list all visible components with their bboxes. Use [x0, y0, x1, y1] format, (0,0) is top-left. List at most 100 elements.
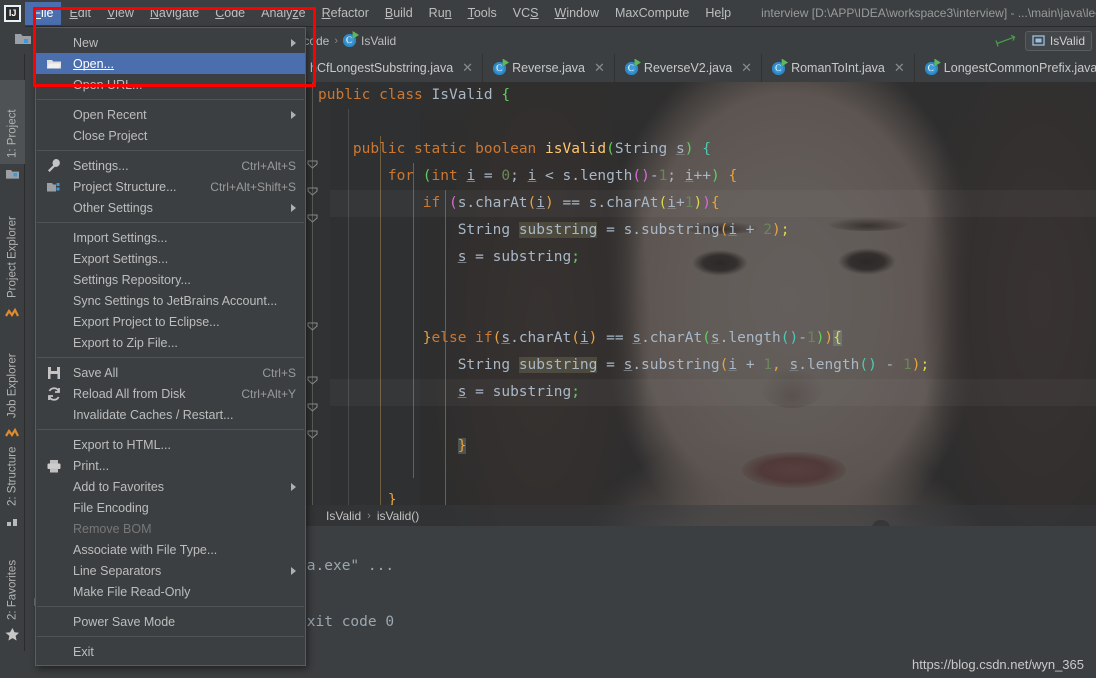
left-tool-stripe: 1: Project Project Explorer Job Explorer… — [0, 54, 25, 678]
menu-item-project-structure[interactable]: Project Structure... Ctrl+Alt+Shift+S — [36, 176, 305, 197]
menu-code[interactable]: Code — [207, 2, 253, 25]
menu-item-open-url[interactable]: Open URL... — [36, 74, 305, 95]
menu-separator — [37, 606, 304, 607]
editor-tab[interactable]: hCfLongestSubstring.java ✕ — [300, 54, 484, 82]
menu-item-save-all[interactable]: Save All Ctrl+S — [36, 362, 305, 383]
breadcrumb-class[interactable]: IsValid — [326, 509, 361, 523]
chevron-right-icon: › — [367, 509, 371, 522]
menu-build[interactable]: Build — [377, 2, 421, 25]
navbar-right-controls: ⟼ IsValid — [993, 27, 1092, 54]
logo-text: IJ — [4, 4, 22, 22]
menu-item-label: Exit — [73, 644, 94, 659]
menu-item-associate-with-file-type[interactable]: Associate with File Type... — [36, 539, 305, 560]
editor-tab[interactable]: C LongestCommonPrefix.java ✕ — [914, 54, 1096, 82]
editor-tab[interactable]: C RomanToInt.java ✕ — [762, 54, 915, 82]
submenu-arrow-icon — [291, 203, 296, 212]
menu-item-other-settings[interactable]: Other Settings — [36, 197, 305, 218]
menu-item-import-settings[interactable]: Import Settings... — [36, 227, 305, 248]
editor-tab[interactable]: C ReverseV2.java ✕ — [614, 54, 763, 82]
menu-item-export-zip[interactable]: Export to Zip File... — [36, 332, 305, 353]
editor-tab[interactable]: C Reverse.java ✕ — [483, 54, 615, 82]
editor-breadcrumb[interactable]: IsValid › isValid() — [300, 505, 1096, 526]
editor-tab-bar[interactable]: hCfLongestSubstring.java ✕ C Reverse.jav… — [300, 54, 1096, 82]
menu-item-label: Close Project — [73, 128, 148, 143]
menu-help[interactable]: Help — [697, 2, 739, 25]
menu-item-label: File Encoding — [73, 500, 149, 515]
menu-item-label: Other Settings — [73, 200, 153, 215]
breadcrumb-method[interactable]: isValid() — [377, 509, 419, 523]
menu-item-label: Save All — [73, 365, 119, 380]
menu-item-export-eclipse[interactable]: Export Project to Eclipse... — [36, 311, 305, 332]
menu-tools[interactable]: Tools — [460, 2, 505, 25]
menu-bar[interactable]: IJ File Edit View Navigate Code Analyze … — [0, 0, 1096, 27]
file-menu-dropdown[interactable]: New Open... Open URL... Open Recent Clos… — [35, 27, 306, 666]
menu-item-new[interactable]: New — [36, 32, 305, 53]
close-icon[interactable]: ✕ — [594, 60, 605, 76]
menu-item-print[interactable]: Print... — [36, 455, 305, 476]
menu-view[interactable]: View — [99, 2, 142, 25]
menu-item-label: Open... — [73, 56, 114, 71]
menu-item-close-project[interactable]: Close Project — [36, 125, 305, 146]
menu-maxcompute[interactable]: MaxCompute — [607, 2, 697, 25]
menu-refactor[interactable]: Refactor — [314, 2, 377, 25]
menu-item-add-to-favorites[interactable]: Add to Favorites — [36, 476, 305, 497]
menu-item-shortcut: Ctrl+S — [262, 365, 296, 380]
menu-item-label: Open URL... — [73, 77, 143, 92]
menu-item-settings-repository[interactable]: Settings Repository... — [36, 269, 305, 290]
menu-navigate[interactable]: Navigate — [142, 2, 207, 25]
star-icon — [5, 627, 20, 642]
menu-vcs[interactable]: VCS — [505, 2, 547, 25]
menu-item-reload-all-from-disk[interactable]: Reload All from Disk Ctrl+Alt+Y — [36, 383, 305, 404]
structure-icon — [5, 514, 20, 529]
close-icon[interactable]: ✕ — [894, 60, 905, 76]
menu-item-sync-settings[interactable]: Sync Settings to JetBrains Account... — [36, 290, 305, 311]
menu-item-line-separators[interactable]: Line Separators — [36, 560, 305, 581]
sidebar-item-job-explorer[interactable]: Job Explorer — [0, 326, 25, 424]
menu-item-settings[interactable]: Settings... Ctrl+Alt+S — [36, 155, 305, 176]
stripe-label-favorites: 2: Favorites — [6, 559, 19, 620]
menu-file[interactable]: File — [25, 1, 62, 25]
menu-item-invalidate-caches[interactable]: Invalidate Caches / Restart... — [36, 404, 305, 425]
chevron-right-icon: › — [334, 34, 339, 47]
sidebar-item-project-explorer[interactable]: Project Explorer — [0, 186, 25, 304]
menu-edit[interactable]: Edit — [61, 2, 99, 25]
menu-item-power-save-mode[interactable]: Power Save Mode — [36, 611, 305, 632]
menu-item-open[interactable]: Open... — [36, 53, 305, 74]
project-folder-icon[interactable] — [14, 31, 32, 46]
menu-item-exit[interactable]: Exit — [36, 641, 305, 662]
run-configuration-selector[interactable]: IsValid — [1024, 30, 1092, 51]
sidebar-item-favorites[interactable]: 2: Favorites — [0, 532, 25, 626]
menu-item-open-recent[interactable]: Open Recent — [36, 104, 305, 125]
menu-item-file-encoding[interactable]: File Encoding — [36, 497, 305, 518]
sidebar-item-project[interactable]: 1: Project — [0, 80, 25, 164]
folder-icon — [5, 166, 20, 181]
menu-separator — [37, 99, 304, 100]
save-icon — [46, 365, 62, 381]
menu-item-label: Invalidate Caches / Restart... — [73, 407, 234, 422]
menu-item-label: Export Settings... — [73, 251, 169, 266]
menu-item-make-file-read-only[interactable]: Make File Read-Only — [36, 581, 305, 602]
menu-item-shortcut: Ctrl+Alt+Y — [241, 386, 296, 401]
menu-item-label: Add to Favorites — [73, 479, 165, 494]
menu-analyze[interactable]: Analyze — [253, 2, 313, 25]
menu-item-shortcut: Ctrl+Alt+Shift+S — [210, 179, 296, 194]
menu-item-label: Associate with File Type... — [73, 542, 218, 557]
sidebar-item-structure[interactable]: 2: Structure — [0, 416, 25, 512]
menu-item-label: Settings Repository... — [73, 272, 191, 287]
menu-item-export-to-html[interactable]: Export to HTML... — [36, 434, 305, 455]
reload-icon — [46, 386, 62, 402]
menu-item-label: Import Settings... — [73, 230, 168, 245]
close-icon[interactable]: ✕ — [741, 60, 752, 76]
stripe-label-job-explorer: Job Explorer — [6, 353, 19, 418]
close-icon[interactable]: ✕ — [462, 60, 473, 76]
code-editor[interactable]: public class IsValid { public static boo… — [300, 82, 1096, 505]
menu-run[interactable]: Run — [421, 2, 460, 25]
breadcrumb-file[interactable]: IsValid — [361, 34, 396, 48]
breadcrumb[interactable]: tcode › C IsValid — [300, 27, 396, 54]
window-title: interview [D:\APP\IDEA\workspace3\interv… — [761, 6, 1096, 20]
menu-window[interactable]: Window — [547, 2, 607, 25]
menu-item-label: Open Recent — [73, 107, 147, 122]
menu-item-export-settings[interactable]: Export Settings... — [36, 248, 305, 269]
menu-item-label: New — [73, 35, 99, 50]
back-arrow-icon[interactable]: ⟼ — [993, 29, 1019, 52]
